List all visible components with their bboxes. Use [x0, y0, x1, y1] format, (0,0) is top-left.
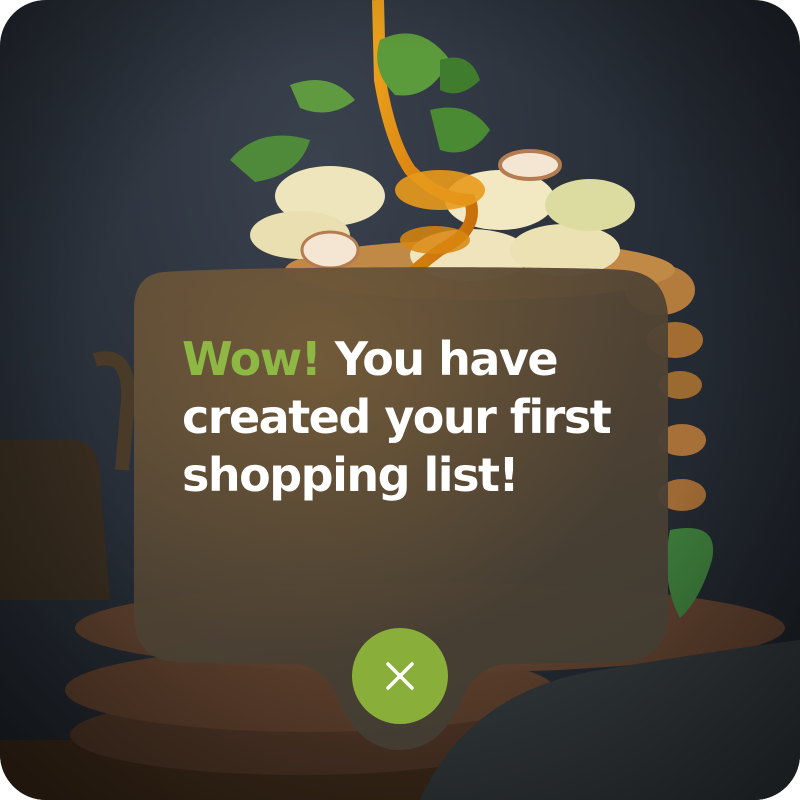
- close-button[interactable]: [352, 628, 448, 724]
- close-icon: [386, 662, 414, 690]
- popup-message: Wow! You have created your first shoppin…: [182, 330, 652, 504]
- popup-message-accent: Wow!: [182, 332, 322, 386]
- celebration-card: Wow! You have created your first shoppin…: [0, 0, 800, 800]
